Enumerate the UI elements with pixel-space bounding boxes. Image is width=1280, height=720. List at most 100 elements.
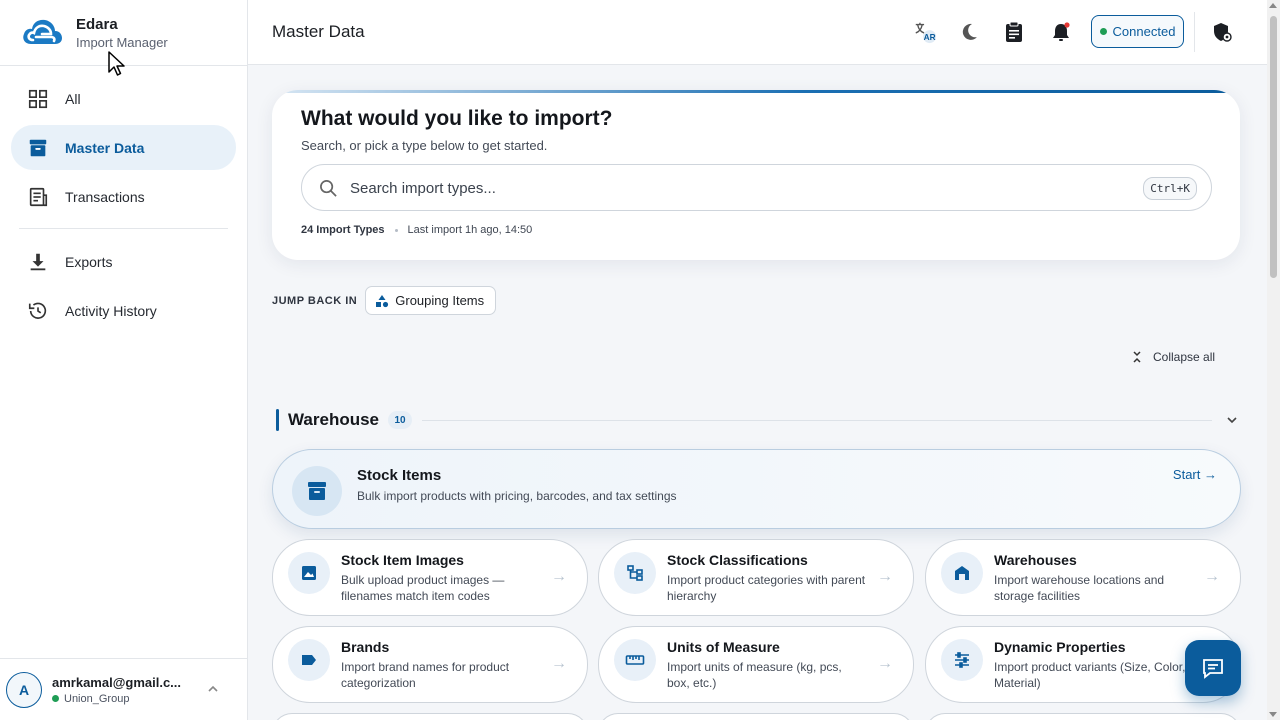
- connection-status-label: Connected: [1112, 24, 1176, 39]
- card-icon-wrap: [288, 552, 330, 594]
- import-card-partial[interactable]: [598, 713, 914, 720]
- scroll-up-arrow[interactable]: [1269, 3, 1277, 8]
- moon-icon: [962, 23, 977, 40]
- card-description: Import warehouse locations and storage f…: [994, 573, 1165, 603]
- card-icon-wrap: [614, 552, 656, 594]
- sidebar-item-master-data[interactable]: Master Data: [11, 125, 236, 170]
- top-bar: Master Data AR Connected: [248, 0, 1267, 65]
- avatar: A: [6, 671, 42, 708]
- recent-chip-grouping-items[interactable]: Grouping Items: [365, 286, 497, 315]
- sidebar-item-label: All: [65, 90, 81, 107]
- search-icon: [320, 180, 337, 197]
- search-box[interactable]: Ctrl+K: [301, 164, 1212, 211]
- import-card-stock-item-images[interactable]: Stock Item Images Bulk upload product im…: [272, 539, 588, 616]
- section-divider: [422, 419, 1212, 421]
- sidebar: Edara Import Manager All Master Data Tra…: [0, 0, 248, 720]
- section-accent-bar: [276, 409, 279, 431]
- sidebar-item-label: Master Data: [65, 139, 145, 156]
- start-import-link[interactable]: Start →: [1173, 467, 1217, 482]
- sidebar-item-exports[interactable]: Exports: [11, 239, 236, 284]
- sidebar-nav: All Master Data Transactions Exports Act…: [0, 66, 247, 333]
- connected-status-dot: [1099, 28, 1107, 35]
- import-card-warehouses[interactable]: Warehouses Import warehouse locations an…: [925, 539, 1241, 616]
- recent-chip-label: Grouping Items: [395, 293, 485, 308]
- archive-box-icon: [308, 482, 326, 500]
- card-description: Import product categories with parent hi…: [667, 573, 866, 603]
- user-email: amrkamal@gmail.c...: [52, 674, 182, 690]
- import-card-partial[interactable]: [272, 713, 588, 720]
- sliders-icon: [955, 652, 969, 668]
- keyboard-shortcut-hint: Ctrl+K: [1143, 177, 1197, 200]
- chat-icon: [1203, 659, 1223, 679]
- user-account-menu[interactable]: A amrkamal@gmail.c... Union_Group: [0, 658, 247, 720]
- import-search-hero: What would you like to import? Search, o…: [272, 90, 1240, 260]
- cloud-logo-icon: [23, 19, 62, 44]
- connection-status-button[interactable]: Connected: [1091, 15, 1184, 48]
- tasks-button[interactable]: [1002, 20, 1026, 44]
- import-card-units-of-measure[interactable]: Units of Measure Import units of measure…: [598, 626, 914, 703]
- section-header-warehouse[interactable]: Warehouse 10: [276, 408, 1238, 432]
- card-description: Bulk upload product images — filenames m…: [341, 573, 505, 603]
- online-status-dot: [52, 695, 59, 702]
- arrow-right-icon: →: [877, 568, 893, 585]
- sidebar-item-transactions[interactable]: Transactions: [11, 174, 236, 219]
- chat-support-button[interactable]: [1185, 640, 1241, 696]
- arrow-right-icon: →: [551, 655, 567, 672]
- card-icon-wrap: [614, 639, 656, 681]
- jump-back-label: JUMP BACK IN: [272, 294, 358, 307]
- section-title: Warehouse: [288, 410, 380, 429]
- ruler-icon: [625, 655, 645, 665]
- sidebar-item-activity-history[interactable]: Activity History: [11, 288, 236, 333]
- chevron-down-icon: [1227, 417, 1237, 424]
- user-org: Union_Group: [52, 693, 181, 705]
- import-meta: 24 Import Types Last import 1h ago, 14:5…: [301, 224, 532, 236]
- scroll-down-arrow[interactable]: [1269, 712, 1277, 717]
- sidebar-item-label: Activity History: [65, 302, 157, 319]
- language-toggle-button[interactable]: AR: [913, 20, 937, 44]
- shield-icon: [1214, 23, 1232, 42]
- arrow-right-icon: →: [1204, 568, 1220, 585]
- card-title: Warehouses: [994, 552, 1077, 568]
- notifications-button[interactable]: [1049, 20, 1073, 44]
- sidebar-item-label: Exports: [65, 253, 113, 270]
- section-count-badge: 10: [388, 411, 413, 429]
- clipboard-icon: [1006, 21, 1022, 42]
- feature-title: Stock Items: [357, 467, 442, 484]
- import-card-stock-classifications[interactable]: Stock Classifications Import product cat…: [598, 539, 914, 616]
- card-title: Stock Item Images: [341, 552, 464, 568]
- hierarchy-icon: [627, 565, 643, 581]
- feature-description: Bulk import products with pricing, barco…: [357, 489, 677, 503]
- warehouse-icon: [955, 566, 969, 580]
- grid-icon: [28, 89, 48, 108]
- translate-icon: AR: [915, 22, 937, 44]
- page-scrollbar[interactable]: [1267, 0, 1280, 720]
- import-types-count: 24 Import Types: [301, 224, 385, 236]
- security-button[interactable]: [1210, 20, 1234, 44]
- card-icon-wrap: [288, 639, 330, 681]
- archive-box-icon: [29, 139, 47, 156]
- receipt-icon: [29, 187, 48, 206]
- hero-accent-line: [272, 90, 1240, 93]
- chevron-up-icon: [208, 685, 218, 692]
- download-icon: [30, 253, 46, 270]
- mouse-pointer-icon: [108, 51, 125, 76]
- sidebar-item-label: Transactions: [65, 188, 145, 205]
- import-card-partial[interactable]: [925, 713, 1241, 720]
- card-title: Brands: [341, 639, 390, 655]
- collapse-all-label: Collapse all: [1153, 350, 1216, 364]
- main-content: What would you like to import? Search, o…: [248, 66, 1267, 720]
- search-input[interactable]: [350, 175, 1130, 201]
- card-icon-wrap: [941, 639, 983, 681]
- collapse-all-button[interactable]: Collapse all: [1131, 350, 1215, 364]
- dark-mode-toggle[interactable]: [957, 20, 981, 44]
- last-import-time: Last import 1h ago, 14:50: [407, 224, 533, 236]
- notification-dot: [1064, 22, 1070, 28]
- featured-import-card[interactable]: Stock Items Bulk import products with pr…: [272, 449, 1241, 529]
- import-card-brands[interactable]: Brands Import brand names for product ca…: [272, 626, 588, 703]
- feature-icon-wrap: [292, 466, 342, 516]
- card-description: Import units of measure (kg, pcs, box, e…: [667, 660, 842, 690]
- sidebar-item-all[interactable]: All: [11, 76, 236, 121]
- scrollbar-thumb[interactable]: [1270, 16, 1277, 278]
- history-icon: [28, 302, 47, 319]
- hero-subtitle: Search, or pick a type below to get star…: [301, 138, 548, 153]
